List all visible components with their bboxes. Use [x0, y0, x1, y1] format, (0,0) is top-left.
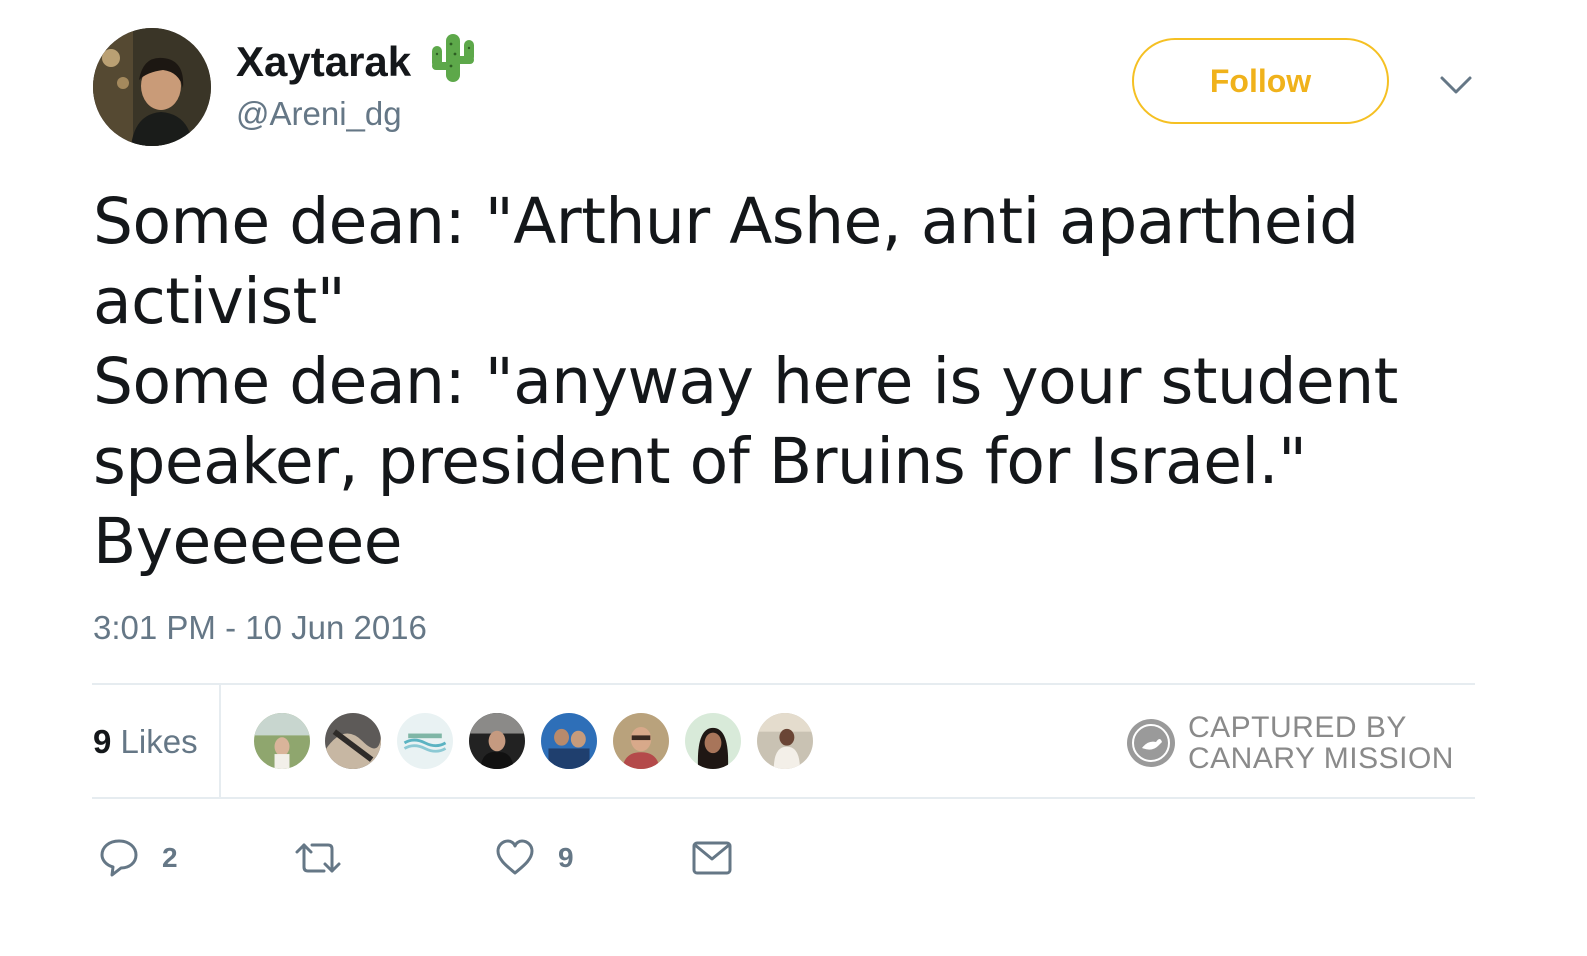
tweet-text-line: activist"	[93, 265, 346, 338]
heart-icon	[496, 839, 534, 875]
like-count: 9	[558, 842, 574, 873]
liker-avatar[interactable]	[467, 711, 527, 771]
liker-avatar[interactable]	[683, 711, 743, 771]
tweet-text-line: speaker, president of Bruins for Israel.…	[93, 425, 1307, 498]
follow-button[interactable]: Follow	[1132, 38, 1389, 124]
likes-stat[interactable]: 9 Likes	[93, 722, 198, 762]
likes-count: 9	[93, 723, 112, 760]
direct-message-button[interactable]	[692, 836, 732, 880]
liker-avatar[interactable]	[611, 711, 671, 771]
reply-icon	[100, 839, 138, 877]
liker-avatar[interactable]	[755, 711, 815, 771]
divider	[219, 685, 221, 797]
tweet-timestamp[interactable]: 3:01 PM - 10 Jun 2016	[93, 608, 427, 648]
watermark-line: CAPTURED BY	[1188, 711, 1407, 744]
cactus-icon	[432, 34, 474, 82]
canary-logo-icon	[1127, 719, 1175, 767]
liker-avatar[interactable]	[395, 711, 455, 771]
avatar-photo	[93, 28, 211, 146]
retweet-button[interactable]	[294, 836, 364, 880]
liker-avatar[interactable]	[252, 711, 312, 771]
liker-avatar[interactable]	[539, 711, 599, 771]
watermark-text: CAPTURED BY CANARY MISSION	[1188, 712, 1454, 774]
envelope-icon	[692, 841, 732, 875]
chevron-down-icon[interactable]	[1438, 72, 1474, 98]
divider	[92, 797, 1475, 799]
tweet-text-line: Byeeeeee	[93, 505, 403, 578]
watermark-line: CANARY MISSION	[1188, 742, 1454, 775]
like-button[interactable]: 9	[494, 836, 574, 880]
tweet-text: Some dean: "Arthur Ashe, anti apartheid …	[93, 182, 1473, 582]
author-avatar[interactable]	[93, 28, 211, 146]
divider	[92, 683, 1475, 685]
display-name[interactable]: Xaytarak	[236, 38, 411, 86]
likes-label: Likes	[111, 723, 198, 760]
tweet-text-line: Some dean: "Arthur Ashe, anti apartheid	[93, 185, 1359, 258]
retweet-icon	[295, 843, 341, 873]
reply-count: 2	[162, 842, 178, 873]
reply-button[interactable]: 2	[98, 836, 178, 880]
tweet-text-line: Some dean: "anyway here is your student	[93, 345, 1398, 418]
liker-avatar[interactable]	[323, 711, 383, 771]
user-handle[interactable]: @Areni_dg	[236, 94, 402, 134]
